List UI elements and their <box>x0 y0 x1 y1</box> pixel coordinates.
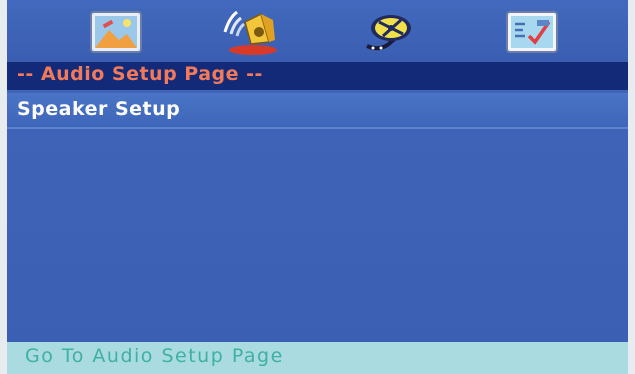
osd-screen: -- Audio Setup Page -- Speaker Setup Go … <box>7 0 628 374</box>
tab-audio-setup[interactable] <box>217 6 283 58</box>
status-text: Go To Audio Setup Page <box>25 345 284 367</box>
menu-item-speaker-setup[interactable]: Speaker Setup <box>7 93 628 127</box>
setup-tab-bar <box>7 0 628 64</box>
tab-preference[interactable] <box>499 6 565 58</box>
video-film-icon <box>366 15 411 51</box>
tab-video-setup[interactable] <box>357 6 423 58</box>
divider <box>7 127 628 129</box>
page-title-bar: -- Audio Setup Page -- <box>7 62 628 90</box>
menu-item-label: Speaker Setup <box>17 98 181 120</box>
page-title: -- Audio Setup Page -- <box>17 63 263 85</box>
status-bar: Go To Audio Setup Page <box>7 342 628 374</box>
menu-list: Speaker Setup <box>7 90 628 342</box>
audio-speaker-icon <box>223 10 277 55</box>
general-setup-icon <box>90 11 142 53</box>
tab-general-setup[interactable] <box>83 6 149 58</box>
preference-icon <box>506 11 558 53</box>
